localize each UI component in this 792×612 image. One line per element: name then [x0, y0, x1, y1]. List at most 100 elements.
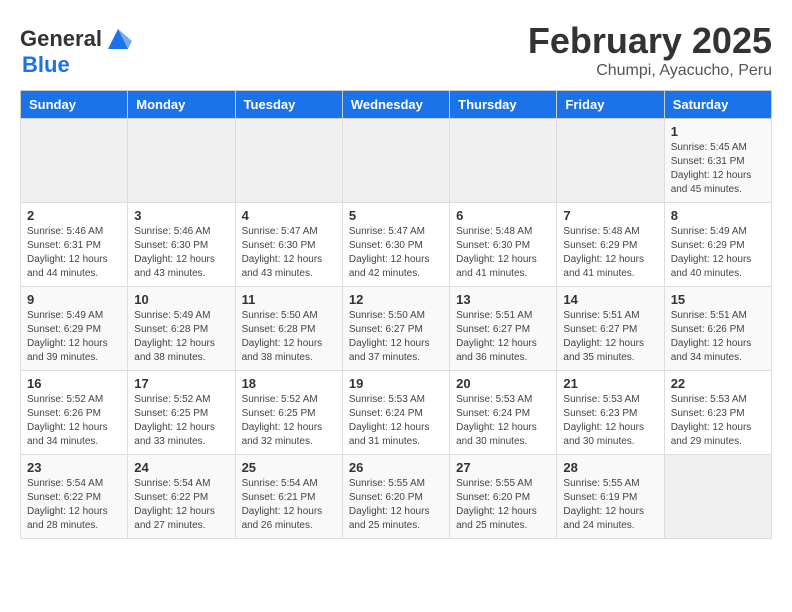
logo-icon	[104, 25, 132, 53]
day-info: Sunrise: 5:45 AM Sunset: 6:31 PM Dayligh…	[671, 141, 765, 197]
calendar-cell: 3 Sunrise: 5:46 AM Sunset: 6:30 PM Daylig…	[128, 203, 235, 287]
day-number: 9	[27, 292, 121, 307]
day-number: 27	[456, 460, 550, 475]
calendar-week-5: 23 Sunrise: 5:54 AM Sunset: 6:22 PM Dayli…	[21, 455, 772, 539]
calendar-cell: 5Sunrise: 5:47 AM Sunset: 6:30 PM Daylig…	[342, 203, 449, 287]
day-number: 14	[563, 292, 657, 307]
day-number: 13	[456, 292, 550, 307]
day-info: Sunrise: 5:53 AM Sunset: 6:24 PM Dayligh…	[456, 393, 550, 449]
day-info: Sunrise: 5:48 AM Sunset: 6:30 PM Dayligh…	[456, 225, 550, 281]
day-number: 19	[349, 376, 443, 391]
day-info: Sunrise: 5:54 AM Sunset: 6:22 PM Dayligh…	[27, 477, 121, 533]
day-info: Sunrise: 5:55 AM Sunset: 6:19 PM Dayligh…	[563, 477, 657, 533]
calendar-cell: 14 Sunrise: 5:51 AM Sunset: 6:27 PM Dayli…	[557, 287, 664, 371]
day-number: 17	[134, 376, 228, 391]
calendar-cell: 13 Sunrise: 5:51 AM Sunset: 6:27 PM Dayli…	[450, 287, 557, 371]
calendar-cell: 23 Sunrise: 5:54 AM Sunset: 6:22 PM Dayli…	[21, 455, 128, 539]
day-number: 26	[349, 460, 443, 475]
logo: General Blue	[20, 25, 132, 77]
calendar-cell: 8Sunrise: 5:49 AM Sunset: 6:29 PM Daylig…	[664, 203, 771, 287]
calendar-cell: 7 Sunrise: 5:48 AM Sunset: 6:29 PM Daylig…	[557, 203, 664, 287]
calendar-cell	[450, 119, 557, 203]
day-number: 28	[563, 460, 657, 475]
day-info: Sunrise: 5:53 AM Sunset: 6:24 PM Dayligh…	[349, 393, 443, 449]
day-number: 25	[242, 460, 336, 475]
day-number: 16	[27, 376, 121, 391]
calendar-cell: 15Sunrise: 5:51 AM Sunset: 6:26 PM Dayli…	[664, 287, 771, 371]
calendar-cell: 9 Sunrise: 5:49 AM Sunset: 6:29 PM Daylig…	[21, 287, 128, 371]
calendar-cell: 2 Sunrise: 5:46 AM Sunset: 6:31 PM Daylig…	[21, 203, 128, 287]
day-info: Sunrise: 5:51 AM Sunset: 6:27 PM Dayligh…	[563, 309, 657, 365]
col-thursday: Thursday	[450, 91, 557, 119]
calendar-cell: 10 Sunrise: 5:49 AM Sunset: 6:28 PM Dayli…	[128, 287, 235, 371]
day-number: 21	[563, 376, 657, 391]
calendar-table: Sunday Monday Tuesday Wednesday Thursday…	[20, 90, 772, 539]
calendar-cell: 18 Sunrise: 5:52 AM Sunset: 6:25 PM Dayli…	[235, 371, 342, 455]
calendar-title: February 2025	[528, 20, 772, 62]
day-number: 4	[242, 208, 336, 223]
day-info: Sunrise: 5:50 AM Sunset: 6:27 PM Dayligh…	[349, 309, 443, 365]
day-info: Sunrise: 5:52 AM Sunset: 6:25 PM Dayligh…	[134, 393, 228, 449]
calendar-cell: 24 Sunrise: 5:54 AM Sunset: 6:22 PM Dayli…	[128, 455, 235, 539]
col-monday: Monday	[128, 91, 235, 119]
day-number: 7	[563, 208, 657, 223]
day-number: 2	[27, 208, 121, 223]
day-info: Sunrise: 5:51 AM Sunset: 6:27 PM Dayligh…	[456, 309, 550, 365]
calendar-cell: 17 Sunrise: 5:52 AM Sunset: 6:25 PM Dayli…	[128, 371, 235, 455]
col-sunday: Sunday	[21, 91, 128, 119]
day-info: Sunrise: 5:53 AM Sunset: 6:23 PM Dayligh…	[563, 393, 657, 449]
day-info: Sunrise: 5:46 AM Sunset: 6:31 PM Dayligh…	[27, 225, 121, 281]
day-info: Sunrise: 5:46 AM Sunset: 6:30 PM Dayligh…	[134, 225, 228, 281]
calendar-week-2: 2 Sunrise: 5:46 AM Sunset: 6:31 PM Daylig…	[21, 203, 772, 287]
calendar-cell: 22 Sunrise: 5:53 AM Sunset: 6:23 PM Dayli…	[664, 371, 771, 455]
calendar-cell: 26Sunrise: 5:55 AM Sunset: 6:20 PM Dayli…	[342, 455, 449, 539]
calendar-cell	[21, 119, 128, 203]
calendar-week-3: 9 Sunrise: 5:49 AM Sunset: 6:29 PM Daylig…	[21, 287, 772, 371]
title-section: February 2025 Chumpi, Ayacucho, Peru	[528, 20, 772, 80]
day-number: 24	[134, 460, 228, 475]
calendar-cell: 28 Sunrise: 5:55 AM Sunset: 6:19 PM Dayli…	[557, 455, 664, 539]
day-number: 12	[349, 292, 443, 307]
day-info: Sunrise: 5:55 AM Sunset: 6:20 PM Dayligh…	[456, 477, 550, 533]
header: General Blue February 2025 Chumpi, Ayacu…	[20, 20, 772, 80]
day-number: 6	[456, 208, 550, 223]
calendar-cell: 25Sunrise: 5:54 AM Sunset: 6:21 PM Dayli…	[235, 455, 342, 539]
day-info: Sunrise: 5:53 AM Sunset: 6:23 PM Dayligh…	[671, 393, 765, 449]
calendar-cell: 11 Sunrise: 5:50 AM Sunset: 6:28 PM Dayli…	[235, 287, 342, 371]
day-number: 3	[134, 208, 228, 223]
day-number: 11	[242, 292, 336, 307]
calendar-cell: 6 Sunrise: 5:48 AM Sunset: 6:30 PM Daylig…	[450, 203, 557, 287]
header-row: Sunday Monday Tuesday Wednesday Thursday…	[21, 91, 772, 119]
calendar-cell	[557, 119, 664, 203]
calendar-cell: 4 Sunrise: 5:47 AM Sunset: 6:30 PM Daylig…	[235, 203, 342, 287]
calendar-cell: 16 Sunrise: 5:52 AM Sunset: 6:26 PM Dayli…	[21, 371, 128, 455]
day-info: Sunrise: 5:47 AM Sunset: 6:30 PM Dayligh…	[349, 225, 443, 281]
day-info: Sunrise: 5:52 AM Sunset: 6:25 PM Dayligh…	[242, 393, 336, 449]
logo-blue: Blue	[22, 52, 70, 77]
calendar-cell	[664, 455, 771, 539]
day-number: 22	[671, 376, 765, 391]
col-friday: Friday	[557, 91, 664, 119]
day-info: Sunrise: 5:49 AM Sunset: 6:28 PM Dayligh…	[134, 309, 228, 365]
calendar-subtitle: Chumpi, Ayacucho, Peru	[528, 62, 772, 80]
day-info: Sunrise: 5:54 AM Sunset: 6:22 PM Dayligh…	[134, 477, 228, 533]
day-number: 18	[242, 376, 336, 391]
calendar-cell	[342, 119, 449, 203]
day-number: 10	[134, 292, 228, 307]
day-info: Sunrise: 5:47 AM Sunset: 6:30 PM Dayligh…	[242, 225, 336, 281]
day-info: Sunrise: 5:50 AM Sunset: 6:28 PM Dayligh…	[242, 309, 336, 365]
calendar-week-1: 1Sunrise: 5:45 AM Sunset: 6:31 PM Daylig…	[21, 119, 772, 203]
calendar-cell	[235, 119, 342, 203]
calendar-cell: 19 Sunrise: 5:53 AM Sunset: 6:24 PM Dayli…	[342, 371, 449, 455]
day-info: Sunrise: 5:48 AM Sunset: 6:29 PM Dayligh…	[563, 225, 657, 281]
calendar-cell: 27 Sunrise: 5:55 AM Sunset: 6:20 PM Dayli…	[450, 455, 557, 539]
day-info: Sunrise: 5:49 AM Sunset: 6:29 PM Dayligh…	[27, 309, 121, 365]
calendar-cell: 1Sunrise: 5:45 AM Sunset: 6:31 PM Daylig…	[664, 119, 771, 203]
calendar-cell: 12 Sunrise: 5:50 AM Sunset: 6:27 PM Dayli…	[342, 287, 449, 371]
day-number: 23	[27, 460, 121, 475]
calendar-week-4: 16 Sunrise: 5:52 AM Sunset: 6:26 PM Dayli…	[21, 371, 772, 455]
calendar-cell: 21 Sunrise: 5:53 AM Sunset: 6:23 PM Dayli…	[557, 371, 664, 455]
col-wednesday: Wednesday	[342, 91, 449, 119]
calendar-cell	[128, 119, 235, 203]
day-info: Sunrise: 5:52 AM Sunset: 6:26 PM Dayligh…	[27, 393, 121, 449]
